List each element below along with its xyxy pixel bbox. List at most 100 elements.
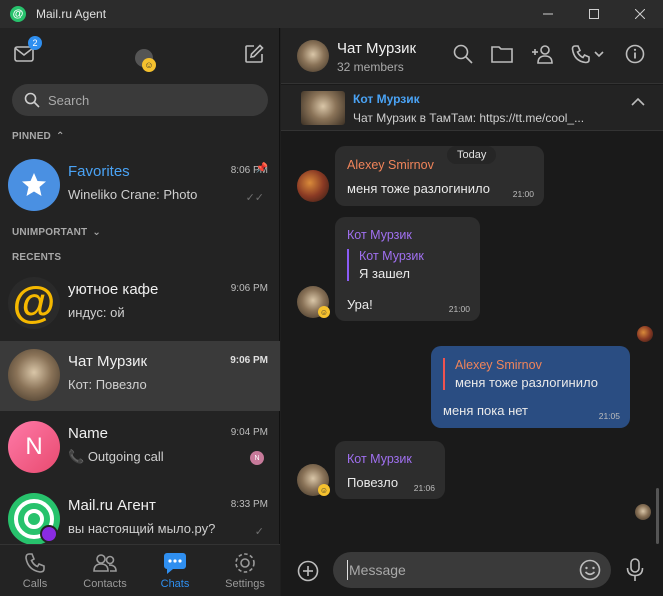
message-text: Повезло bbox=[347, 475, 399, 490]
read-receipt-avatar bbox=[637, 326, 653, 342]
message-text: меня тоже разлогинило bbox=[347, 181, 490, 196]
chat-info-button[interactable] bbox=[625, 44, 645, 67]
read-receipt-avatar: N bbox=[250, 451, 264, 465]
message-sender: Кот Мурзик bbox=[347, 452, 412, 466]
preview-text: ой bbox=[106, 305, 125, 320]
chat-header: Чат Мурзик 32 members bbox=[281, 28, 663, 84]
chat-item-murzik[interactable]: Чат Мурзик Кот: Повезло 9:06 PM bbox=[0, 341, 280, 411]
attach-button[interactable] bbox=[297, 560, 319, 585]
read-check-icon: ✓ bbox=[254, 526, 264, 538]
mail-button[interactable]: 2 bbox=[12, 36, 42, 66]
nav-settings[interactable]: Settings bbox=[210, 545, 280, 596]
add-user-icon bbox=[532, 45, 553, 64]
chat-preview: Кот: Повезло bbox=[68, 377, 147, 392]
message-text: Ура! bbox=[347, 297, 373, 312]
chat-name: Name bbox=[68, 425, 109, 442]
section-recents: RECENTS bbox=[12, 252, 61, 263]
preview-text: Outgoing call bbox=[87, 449, 164, 464]
message-time: 21:00 bbox=[512, 189, 534, 199]
nav-chats[interactable]: Chats bbox=[140, 545, 210, 596]
plus-circle-icon bbox=[297, 560, 319, 582]
message-sender: Кот Мурзик bbox=[347, 228, 412, 242]
search-icon bbox=[453, 44, 473, 64]
chat-time: 9:06 PM bbox=[230, 283, 268, 294]
add-member-button[interactable] bbox=[531, 44, 555, 67]
chevron-down-icon: ⌄ bbox=[92, 227, 101, 238]
nav-chats-label: Chats bbox=[160, 578, 190, 590]
message-bubble[interactable]: Alexey Smirnov меня тоже разлогинило 21:… bbox=[335, 146, 544, 206]
message-bubble[interactable]: Кот Мурзик Повезло 21:06 bbox=[335, 441, 445, 499]
bottom-nav: Calls Contacts Chats Settings bbox=[0, 544, 280, 596]
chat-name: Чат Мурзик bbox=[68, 353, 148, 370]
read-receipt-avatar bbox=[635, 504, 651, 520]
call-button[interactable] bbox=[571, 44, 607, 67]
message-text: меня пока нет bbox=[443, 403, 529, 418]
scrollbar[interactable] bbox=[656, 488, 659, 544]
profile-status-button[interactable]: ☺ bbox=[132, 44, 156, 72]
section-recents-label: RECENTS bbox=[12, 252, 62, 263]
chats-icon bbox=[163, 551, 187, 575]
pin-icon: 📌 bbox=[255, 163, 268, 174]
chat-title[interactable]: Чат Мурзик bbox=[337, 40, 416, 57]
reply-quote[interactable]: Кот Мурзик Я зашел bbox=[347, 249, 424, 281]
chat-time: 9:06 PM bbox=[230, 355, 268, 366]
section-pinned-label: PINNED bbox=[12, 131, 51, 142]
chat-preview: 📞 Outgoing call bbox=[68, 449, 164, 465]
quote-sender: Alexey Smirnov bbox=[455, 358, 542, 372]
folder-icon bbox=[491, 46, 513, 63]
maximize-button[interactable] bbox=[571, 0, 617, 28]
nav-settings-label: Settings bbox=[225, 578, 265, 590]
message-composer: Message bbox=[281, 544, 663, 596]
smiley-icon bbox=[579, 559, 601, 581]
preview-sender: индус: bbox=[68, 305, 107, 320]
favorites-avatar bbox=[8, 159, 60, 211]
message-bubble-outgoing[interactable]: Alexey Smirnov меня тоже разлогинило мен… bbox=[431, 346, 630, 428]
chat-name: Favorites bbox=[68, 163, 130, 180]
voice-message-button[interactable] bbox=[625, 558, 645, 585]
message-input[interactable]: Message bbox=[333, 552, 611, 588]
search-chat-button[interactable] bbox=[453, 44, 473, 67]
compose-button[interactable] bbox=[242, 42, 266, 66]
message-sender: Alexey Smirnov bbox=[347, 158, 434, 172]
chat-members-count[interactable]: 32 members bbox=[337, 60, 404, 74]
message-bubble[interactable]: Кот Мурзик Кот Мурзик Я зашел Ура! 21:00 bbox=[335, 217, 480, 321]
nav-contacts[interactable]: Contacts bbox=[70, 545, 140, 596]
sidebar: 2 ☺ Search PINNED ⌃ Favorites Wineliko C… bbox=[0, 28, 280, 596]
chat-preview: Wineliko Crane: Photo bbox=[68, 187, 198, 202]
section-pinned[interactable]: PINNED ⌃ bbox=[12, 131, 65, 142]
section-unimportant[interactable]: UNIMPORTANT ⌄ bbox=[12, 227, 101, 238]
gear-icon bbox=[233, 551, 257, 575]
cafe-avatar: @ bbox=[8, 277, 60, 329]
at-sign-icon: @ bbox=[12, 278, 56, 327]
emoji-button[interactable] bbox=[579, 559, 601, 584]
quote-text: Я зашел bbox=[359, 266, 411, 281]
close-button[interactable] bbox=[617, 0, 663, 28]
chevron-up-icon[interactable] bbox=[631, 97, 645, 107]
phone-dropdown-icon bbox=[571, 45, 604, 64]
status-dot bbox=[40, 525, 58, 543]
mail-badge: 2 bbox=[28, 36, 42, 50]
avatar-initial: N bbox=[25, 433, 43, 460]
chat-name: Mail.ru Агент bbox=[68, 497, 156, 514]
chat-avatar[interactable] bbox=[297, 40, 329, 72]
phone-icon bbox=[24, 551, 46, 575]
nav-calls[interactable]: Calls bbox=[0, 545, 70, 596]
date-separator: Today bbox=[447, 146, 497, 164]
contacts-icon bbox=[92, 551, 118, 575]
pinned-message-bar[interactable]: Кот Мурзик Чат Мурзик в ТамТам: https://… bbox=[281, 85, 663, 131]
name-avatar: N bbox=[8, 421, 60, 473]
chat-item-favorites[interactable]: Favorites Wineliko Crane: Photo 8:06 PM … bbox=[0, 151, 280, 221]
minimize-button[interactable] bbox=[525, 0, 571, 28]
read-check-icon: ✓✓ bbox=[245, 192, 264, 204]
chat-preview: вы настоящий мыло.ру? bbox=[68, 521, 216, 536]
files-button[interactable] bbox=[491, 44, 513, 67]
search-bar[interactable]: Search bbox=[12, 84, 268, 116]
nav-contacts-label: Contacts bbox=[83, 578, 127, 590]
text-cursor bbox=[347, 560, 348, 580]
chat-item-cafe[interactable]: @ уютное кафе индус: ой 9:06 PM bbox=[0, 269, 280, 339]
nav-calls-label: Calls bbox=[22, 578, 48, 590]
reply-quote[interactable]: Alexey Smirnov меня тоже разлогинило bbox=[443, 358, 598, 390]
sender-avatar[interactable] bbox=[297, 170, 329, 202]
chat-item-name[interactable]: N Name 📞 Outgoing call 9:04 PM N bbox=[0, 413, 280, 483]
message-time: 21:05 bbox=[598, 411, 620, 421]
